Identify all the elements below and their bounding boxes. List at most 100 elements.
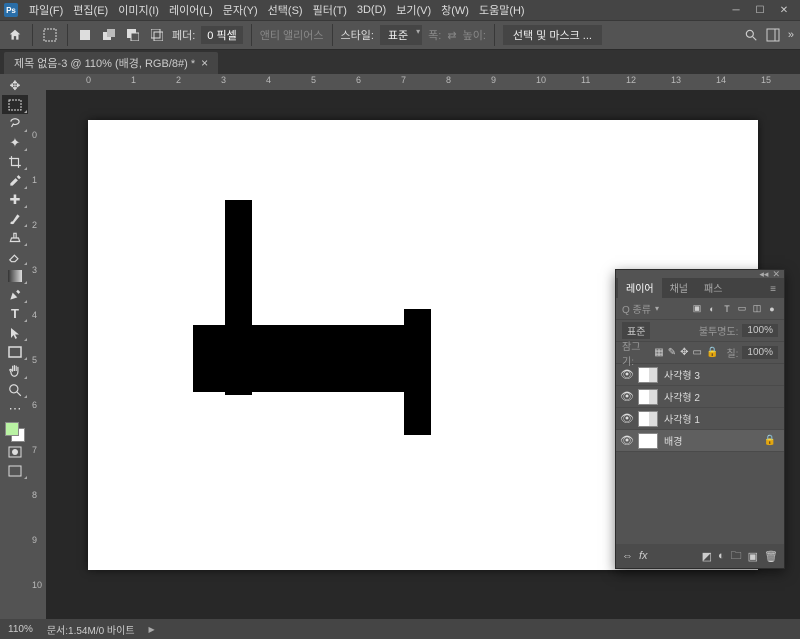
new-selection-icon[interactable] (76, 26, 94, 44)
hand-tool[interactable] (2, 361, 28, 380)
type-tool[interactable]: T (2, 304, 28, 323)
select-and-mask-button[interactable]: 선택 및 마스크 ... (503, 25, 602, 45)
filter-toggle-icon[interactable]: ● (766, 303, 778, 315)
pen-tool[interactable] (2, 285, 28, 304)
add-selection-icon[interactable] (100, 26, 118, 44)
eraser-tool[interactable] (2, 247, 28, 266)
marquee-tool-icon[interactable] (41, 26, 59, 44)
lock-paint-icon[interactable]: ✎ (668, 347, 676, 358)
share-icon[interactable]: » (788, 29, 794, 41)
menu-view[interactable]: 보기(V) (391, 2, 436, 18)
ruler-h-tick: 1 (131, 75, 136, 85)
layer-row-background[interactable]: 👁 배경 🔒 (616, 430, 784, 452)
screen-mode-icon[interactable] (2, 461, 28, 480)
status-menu-icon[interactable]: ▶ (149, 625, 155, 634)
subtract-selection-icon[interactable] (124, 26, 142, 44)
home-icon[interactable] (6, 26, 24, 44)
mask-icon[interactable]: ◩ (702, 550, 712, 563)
filter-shape-icon[interactable]: ▭ (736, 303, 748, 315)
layer-row[interactable]: 👁 사각형 2 (616, 386, 784, 408)
ruler-v-tick: 7 (32, 445, 37, 455)
menu-file[interactable]: 파일(F) (24, 2, 68, 18)
shape-tool[interactable] (2, 342, 28, 361)
crop-tool[interactable] (2, 152, 28, 171)
gradient-tool[interactable] (2, 266, 28, 285)
menu-help[interactable]: 도움말(H) (474, 2, 530, 18)
maximize-icon[interactable]: ☐ (748, 0, 772, 20)
layer-row[interactable]: 👁 사각형 3 (616, 364, 784, 386)
zoom-level[interactable]: 110% (8, 624, 33, 635)
menu-3d[interactable]: 3D(D) (352, 4, 391, 16)
layers-panel-footer: ⇔ fx ◩ ◐ 🗀 ▣ 🗑 (616, 544, 784, 568)
lock-all-icon[interactable]: 🔒 (706, 347, 718, 358)
ruler-horizontal[interactable]: 0 1 2 3 4 5 6 7 8 9 10 11 12 13 14 15 (46, 74, 800, 90)
ruler-h-tick: 12 (626, 75, 636, 85)
color-swatch[interactable] (5, 422, 25, 442)
document-tabs: 제목 없음-3 @ 110% (배경, RGB/8#) * × (0, 50, 800, 74)
visibility-icon[interactable]: 👁 (620, 412, 634, 425)
filter-pixel-icon[interactable]: ▣ (691, 303, 703, 315)
close-icon[interactable]: ✕ (772, 0, 796, 20)
style-dropdown[interactable]: 표준 (380, 25, 422, 45)
menu-image[interactable]: 이미지(I) (113, 2, 164, 18)
menu-type[interactable]: 문자(Y) (218, 2, 263, 18)
panel-tab-paths[interactable]: 패스 (696, 277, 730, 298)
layers-panel: ◂◂ ✕ 레이어 채널 패스 ≡ Q 종류 ▾ ▣ ◐ T ▭ ◫ ● (615, 269, 785, 569)
menu-layer[interactable]: 레이어(L) (164, 2, 218, 18)
menu-edit[interactable]: 편집(E) (68, 2, 113, 18)
fg-color-icon[interactable] (5, 422, 19, 436)
minimize-icon[interactable]: ─ (724, 0, 748, 20)
visibility-icon[interactable]: 👁 (620, 434, 634, 447)
lock-position-icon[interactable]: ✥ (680, 347, 688, 358)
fx-icon[interactable]: fx (639, 550, 648, 562)
lasso-tool[interactable] (2, 114, 28, 133)
visibility-icon[interactable]: 👁 (620, 368, 634, 381)
group-icon[interactable]: 🗀 (731, 547, 742, 566)
feather-input[interactable]: 0 픽셀 (201, 26, 242, 44)
menu-select[interactable]: 선택(S) (263, 2, 308, 18)
ruler-h-tick: 8 (446, 75, 451, 85)
menu-window[interactable]: 창(W) (436, 2, 474, 18)
eyedropper-tool[interactable] (2, 171, 28, 190)
filter-type-icon[interactable]: T (721, 303, 733, 315)
workspace-icon[interactable] (766, 28, 780, 42)
panel-tab-layers[interactable]: 레이어 (618, 277, 662, 298)
adjustment-icon[interactable]: ◐ (718, 550, 725, 562)
ruler-vertical[interactable]: 0 1 2 3 4 5 6 7 8 9 10 11 (30, 90, 46, 619)
panel-menu-icon[interactable]: ≡ (762, 281, 784, 298)
move-tool[interactable]: ✥ (2, 76, 28, 95)
ruler-h-tick: 6 (356, 75, 361, 85)
panel-tab-channels[interactable]: 채널 (662, 277, 696, 298)
fill-input[interactable]: 100% (742, 346, 778, 359)
visibility-icon[interactable]: 👁 (620, 390, 634, 403)
tab-close-icon[interactable]: × (201, 56, 208, 70)
delete-layer-icon[interactable]: 🗑 (764, 550, 778, 563)
marquee-tool[interactable] (2, 95, 28, 114)
brush-tool[interactable] (2, 209, 28, 228)
layer-row[interactable]: 👁 사각형 1 (616, 408, 784, 430)
quick-mask-icon[interactable] (2, 442, 28, 461)
zoom-tool[interactable] (2, 380, 28, 399)
magic-wand-tool[interactable]: ✦ (2, 133, 28, 152)
lock-artboard-icon[interactable]: ▭ (693, 347, 702, 358)
layer-thumb (638, 389, 658, 405)
new-layer-icon[interactable]: ▣ (748, 550, 758, 563)
ruler-v-tick: 8 (32, 490, 37, 500)
filter-adjust-icon[interactable]: ◐ (706, 303, 718, 315)
status-bar: 110% 문서:1.54M/0 바이트 ▶ (0, 619, 800, 639)
doc-size: 문서:1.54M/0 바이트 (47, 622, 135, 637)
blend-mode-dropdown[interactable]: 표준 (622, 322, 650, 339)
lock-transparency-icon[interactable]: ▦ (654, 347, 663, 358)
healing-brush-tool[interactable]: ✚ (2, 190, 28, 209)
intersect-selection-icon[interactable] (148, 26, 166, 44)
path-select-tool[interactable] (2, 323, 28, 342)
layer-list: 👁 사각형 3 👁 사각형 2 👁 사각형 1 👁 배경 (616, 364, 784, 544)
edit-toolbar-icon[interactable]: ⋯ (2, 399, 28, 418)
search-icon[interactable] (744, 28, 758, 42)
document-tab[interactable]: 제목 없음-3 @ 110% (배경, RGB/8#) * × (4, 52, 218, 74)
filter-smart-icon[interactable]: ◫ (751, 303, 763, 315)
link-layers-icon[interactable]: ⇔ (622, 550, 633, 562)
menu-filter[interactable]: 필터(T) (308, 2, 352, 18)
clone-stamp-tool[interactable] (2, 228, 28, 247)
opacity-input[interactable]: 100% (742, 324, 778, 337)
